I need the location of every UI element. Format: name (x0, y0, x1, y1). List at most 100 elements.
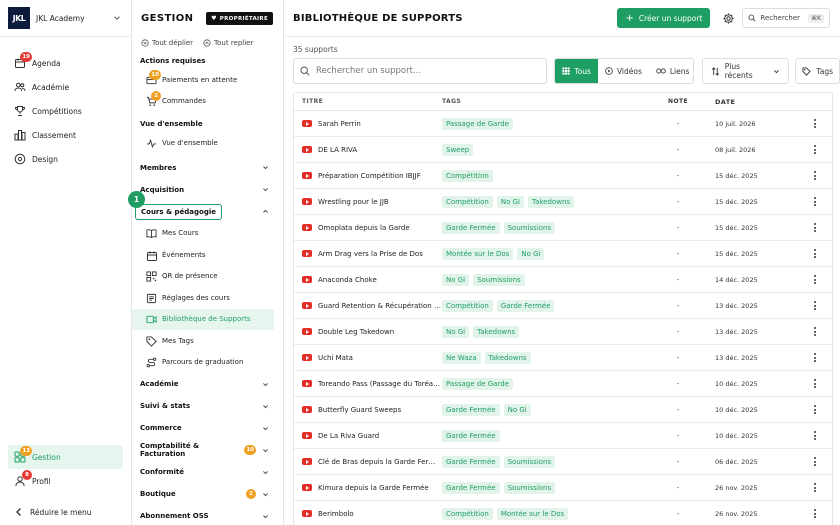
users-icon (14, 81, 26, 93)
filter-all[interactable]: Tous (555, 59, 598, 83)
gestion-item-evenements[interactable]: Événements (132, 244, 283, 266)
plus-icon: + (625, 12, 634, 24)
collapse-menu-button[interactable]: Réduire le menu (0, 499, 131, 525)
tag-chip: Garde Fermée (442, 481, 500, 494)
collapse-all-button[interactable]: Tout replier (203, 39, 253, 47)
chevron-down-icon (262, 186, 269, 193)
category-abonnement-oss[interactable]: Abonnement OSS (132, 505, 283, 525)
table-row[interactable]: Sarah Perrin Passage de Garde - 10 juil. 20… (294, 111, 832, 137)
table-row[interactable]: Butterfly Guard Sweeps Garde Fermée No Gi -… (294, 397, 832, 423)
nav-item-gestion[interactable]: 13 Gestion (8, 445, 123, 469)
tag-chip: Montée sur le Dos (442, 247, 514, 260)
nav-item-academie[interactable]: Académie (0, 75, 131, 99)
category-comptabilite-facturation[interactable]: Comptabilité & Facturation 10 (132, 439, 283, 461)
nav-item-competitions[interactable]: Compétitions (0, 99, 131, 123)
gestion-item-paiements-en-attente[interactable]: 10 Paiements en attente (132, 69, 283, 91)
nav-item-label: Agenda (32, 58, 61, 68)
nav-item-classement[interactable]: Classement (0, 123, 131, 147)
more-vertical-icon[interactable] (798, 223, 832, 232)
sort-dropdown[interactable]: Plus récents (701, 58, 790, 84)
table-row[interactable]: Toreando Pass (Passage du Toréador) Passa… (294, 371, 832, 397)
category-boutique[interactable]: Boutique 2 (132, 483, 283, 505)
table-row[interactable]: Omoplata depuis la Garde Garde Fermée Soum… (294, 215, 832, 241)
gestion-item-qr-de-presence[interactable]: QR de présence (132, 266, 283, 288)
filter-videos[interactable]: Vidéos (598, 59, 649, 83)
more-vertical-icon[interactable] (798, 145, 832, 154)
nav-item-profil[interactable]: 8 Profil (0, 469, 131, 493)
gestion-item-mes-tags[interactable]: Mes Tags (132, 330, 283, 352)
table-row[interactable]: Guard Retention & Récupération de GardeC… (294, 293, 832, 319)
gestion-item-mes-cours[interactable]: Mes Cours (132, 223, 283, 245)
support-search-input[interactable]: Rechercher un support... (293, 58, 548, 84)
tag-chip: Garde Fermée (442, 429, 500, 442)
table-row[interactable]: Berimbolo Compétition Montée sur le Dos - 26… (294, 501, 832, 525)
more-vertical-icon[interactable] (798, 405, 832, 414)
table-row[interactable]: Uchi Mata Ne Waza Takedowns - 13 déc. 2025 (294, 345, 832, 371)
more-vertical-icon[interactable] (798, 171, 832, 180)
gestion-item-parcours-de-graduation[interactable]: Parcours de graduation (132, 352, 283, 374)
more-vertical-icon[interactable] (798, 197, 832, 206)
nav-item-design[interactable]: Design (0, 147, 131, 171)
row-title: Omoplata depuis la Garde (318, 223, 410, 232)
tags-filter-button[interactable]: Tags (795, 58, 840, 84)
category-cours-pedagogie[interactable]: Cours & pédagogie (132, 201, 283, 223)
row-tags: Garde Fermée Soumissions (442, 455, 656, 468)
category-conformite[interactable]: Conformité (132, 461, 283, 483)
category-acquisition[interactable]: Acquisition (132, 179, 283, 201)
table-row[interactable]: Double Leg Takedown No Gi Takedowns - 13 déc… (294, 319, 832, 345)
filter-links[interactable]: Liens (649, 59, 693, 83)
page-title: BIBLIOTHÈQUE DE SUPPORTS (293, 12, 463, 24)
more-vertical-icon[interactable] (798, 431, 832, 440)
notification-badge: 19 (20, 52, 32, 62)
table-row[interactable]: Anaconda Choke No Gi Soumissions - 14 déc. 2… (294, 267, 832, 293)
column-header-date[interactable]: DATE (700, 98, 798, 106)
category-commerce[interactable]: Commerce (132, 417, 283, 439)
nav-item-agenda[interactable]: 19 Agenda (0, 51, 131, 75)
column-header-note[interactable]: NOTE (656, 98, 700, 105)
tag-chip: Montée sur le Dos (496, 507, 569, 520)
category-label: Membres (140, 163, 177, 172)
table-row[interactable]: Arm Drag vers la Prise de Dos Montée sur … (294, 241, 832, 267)
category-label: Académie (140, 380, 179, 388)
table-row[interactable]: Préparation Compétition IBJJF Compétition… (294, 163, 832, 189)
more-vertical-icon[interactable] (798, 509, 832, 518)
gestion-item-vue-d-ensemble[interactable]: Vue d'ensemble (132, 132, 283, 154)
row-date: 14 déc. 2025 (715, 275, 758, 284)
tag-chip: Soumissions (473, 273, 525, 286)
gestion-item-commandes[interactable]: 2 Commandes (132, 91, 283, 113)
more-vertical-icon[interactable] (798, 353, 832, 362)
category-badge: 10 (244, 445, 256, 455)
gestion-item-reglages-des-cours[interactable]: Réglages des cours (132, 287, 283, 309)
table-row[interactable]: Clé de Bras depuis la Garde Fermée Garde … (294, 449, 832, 475)
category-suivi-stats[interactable]: Suivi & stats (132, 395, 283, 417)
table-row[interactable]: Wrestling pour le JJB Compétition No Gi Tak… (294, 189, 832, 215)
gear-icon[interactable] (718, 8, 738, 28)
brand-switcher[interactable]: JKL JKL Academy (0, 0, 131, 37)
brand-logo: JKL (8, 7, 30, 29)
calendar-icon: 19 (14, 52, 32, 69)
global-search-button[interactable]: Rechercher ⌘K (742, 8, 830, 28)
tag-chip: No Gi (442, 325, 470, 338)
category-membres[interactable]: Membres (132, 157, 283, 179)
create-support-button[interactable]: + Créer un support (617, 8, 711, 28)
more-vertical-icon[interactable] (798, 483, 832, 492)
more-vertical-icon[interactable] (798, 249, 832, 258)
chevron-left-icon (14, 506, 24, 518)
row-title: Préparation Compétition IBJJF (318, 171, 421, 180)
more-vertical-icon[interactable] (798, 457, 832, 466)
category-academie[interactable]: Académie (132, 373, 283, 395)
more-vertical-icon[interactable] (798, 379, 832, 388)
gestion-item-bibliotheque-de-supports[interactable]: Bibliothèque de Supports (132, 308, 274, 330)
column-header-title[interactable]: TITRE (294, 98, 442, 105)
expand-all-button[interactable]: Tout déplier (141, 39, 193, 47)
more-vertical-icon[interactable] (798, 119, 832, 128)
table-row[interactable]: Kimura depuis la Garde Fermée Garde Fermé… (294, 475, 832, 501)
youtube-icon (302, 172, 312, 179)
more-vertical-icon[interactable] (798, 275, 832, 284)
row-tags: Garde Fermée Soumissions (442, 221, 656, 234)
table-row[interactable]: DE LA RIVA Sweep - 08 juil. 2026 (294, 137, 832, 163)
more-vertical-icon[interactable] (798, 301, 832, 310)
more-vertical-icon[interactable] (798, 327, 832, 336)
table-row[interactable]: De La Riva Guard Garde Fermée - 10 déc. 202… (294, 423, 832, 449)
chevron-down-icon (262, 491, 269, 498)
